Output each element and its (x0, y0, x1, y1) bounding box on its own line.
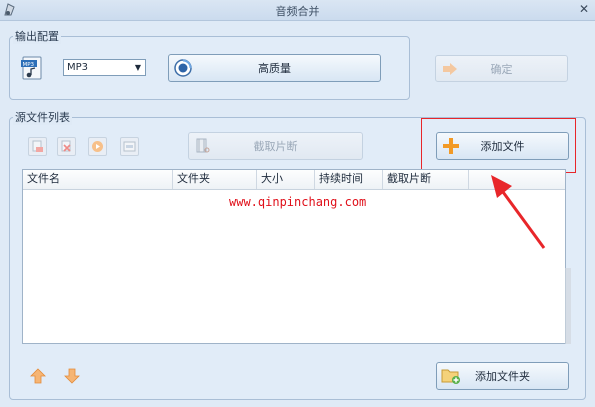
confirm-label: 确定 (490, 62, 513, 76)
play-icon (92, 141, 103, 152)
add-file-label: 添加文件 (480, 140, 525, 153)
quality-label: 高质量 (258, 62, 291, 75)
move-down-icon[interactable] (64, 368, 80, 384)
chevron-down-icon[interactable]: ▼ (131, 63, 145, 72)
folder-add-icon (437, 367, 465, 385)
format-select-value: MP3 (67, 62, 89, 73)
quality-button[interactable]: 高质量 (168, 54, 381, 82)
quality-icon (169, 59, 197, 77)
close-icon[interactable]: ✕ (575, 1, 593, 18)
window-title: 音频合并 (275, 5, 320, 18)
info-button[interactable] (120, 137, 139, 156)
remove-icon (32, 140, 43, 152)
add-file-button[interactable]: 添加文件 (436, 132, 569, 160)
plus-icon (437, 137, 465, 155)
play-button[interactable] (88, 137, 107, 156)
delete-icon (61, 140, 71, 152)
column-header-size[interactable]: 大小 (257, 170, 315, 189)
format-select[interactable]: MP3 ▼ (63, 59, 146, 76)
remove-item-button[interactable] (28, 137, 47, 156)
add-folder-label: 添加文件夹 (475, 370, 530, 383)
arrow-right-icon (436, 62, 464, 76)
scrollbar[interactable] (565, 268, 571, 344)
column-header-folder[interactable]: 文件夹 (173, 170, 257, 189)
output-settings-title: 输出配置 (13, 28, 61, 44)
source-list-title: 源文件列表 (13, 109, 72, 125)
info-icon (123, 141, 136, 152)
watermark-text: www.qinpinchang.com (229, 195, 367, 209)
confirm-button[interactable]: 确定 (435, 55, 568, 82)
move-up-icon[interactable] (30, 368, 46, 384)
film-scissor-icon (189, 138, 217, 154)
column-header-filename[interactable]: 文件名 (23, 170, 173, 189)
mp3-file-icon: MP3 (20, 56, 46, 82)
title-bar: 音频合并 ✕ (0, 0, 595, 21)
svg-text:MP3: MP3 (23, 62, 35, 68)
annotation-arrow-icon (491, 175, 546, 249)
column-header-clip[interactable]: 截取片断 (383, 170, 469, 189)
clip-label: 截取片断 (253, 140, 298, 153)
clip-button[interactable]: 截取片断 (188, 132, 363, 160)
delete-button[interactable] (57, 137, 76, 156)
add-folder-button[interactable]: 添加文件夹 (436, 362, 569, 390)
column-header-duration[interactable]: 持续时间 (315, 170, 383, 189)
